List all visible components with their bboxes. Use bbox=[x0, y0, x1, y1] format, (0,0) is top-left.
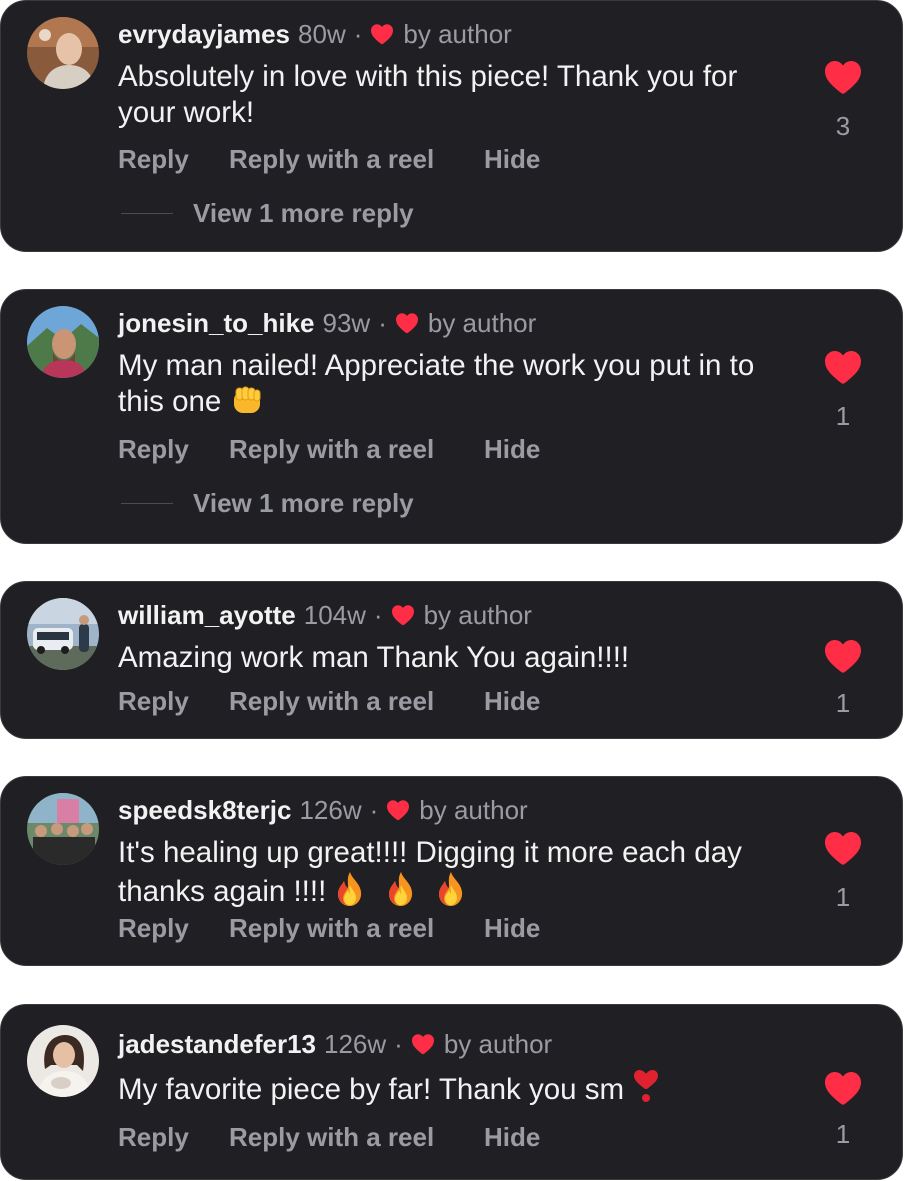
fire-emoji bbox=[435, 871, 467, 907]
fire-emoji bbox=[385, 871, 417, 907]
comment-card: jadestandefer13 126w · by author My favo… bbox=[0, 1004, 903, 1180]
timestamp: 126w bbox=[299, 795, 362, 825]
fire-emoji bbox=[334, 871, 366, 907]
comment-card: jonesin_to_hike 93w · by author My man n… bbox=[0, 289, 903, 544]
heart-icon bbox=[391, 604, 415, 626]
reply-button[interactable]: Reply bbox=[118, 434, 229, 465]
comment-text: My favorite piece by far! Thank you sm bbox=[118, 1069, 798, 1108]
comment-actions: Reply Reply with a reel Hide bbox=[118, 1122, 540, 1153]
separator: · bbox=[394, 1029, 403, 1059]
username[interactable]: speedsk8terjc bbox=[118, 793, 291, 827]
avatar[interactable] bbox=[27, 1025, 99, 1097]
heart-icon bbox=[411, 1033, 435, 1055]
comment-header: jonesin_to_hike 93w · by author bbox=[118, 306, 536, 340]
author-liked-tag: by author bbox=[423, 600, 532, 630]
like-heart-icon[interactable] bbox=[823, 1070, 863, 1106]
separator: · bbox=[378, 308, 387, 338]
avatar[interactable] bbox=[27, 306, 99, 378]
hide-button[interactable]: Hide bbox=[484, 1122, 540, 1153]
reply-button[interactable]: Reply bbox=[118, 686, 229, 717]
like-control: 1 bbox=[822, 638, 864, 718]
heart-icon bbox=[370, 23, 394, 45]
reply-divider bbox=[121, 213, 173, 214]
comment-card: william_ayotte 104w · by author Amazing … bbox=[0, 581, 903, 739]
username[interactable]: evrydayjames bbox=[118, 17, 290, 51]
separator: · bbox=[353, 19, 363, 49]
comment-actions: Reply Reply with a reel Hide bbox=[118, 434, 540, 465]
view-more-replies[interactable]: View 1 more reply bbox=[121, 488, 414, 519]
comment-text: Absolutely in love with this piece! Than… bbox=[118, 59, 798, 131]
timestamp: 93w bbox=[322, 308, 371, 338]
comment-text-content: Amazing work man Thank You again!!!! bbox=[118, 641, 630, 674]
reply-divider bbox=[121, 503, 173, 504]
heart-icon bbox=[395, 312, 419, 334]
hide-button[interactable]: Hide bbox=[484, 144, 540, 175]
like-count: 1 bbox=[835, 882, 851, 912]
comment-actions: Reply Reply with a reel Hide bbox=[118, 686, 540, 717]
like-control: 1 bbox=[822, 830, 864, 912]
comment-text-content: My favorite piece by far! Thank you sm bbox=[118, 1073, 625, 1106]
comment-header: william_ayotte 104w · by author bbox=[118, 598, 532, 632]
view-more-replies-label[interactable]: View 1 more reply bbox=[193, 198, 414, 229]
reply-with-reel-button[interactable]: Reply with a reel bbox=[229, 434, 484, 465]
author-liked-tag: by author bbox=[403, 19, 512, 49]
like-count: 1 bbox=[835, 688, 851, 718]
timestamp: 104w bbox=[303, 600, 366, 630]
username[interactable]: jadestandefer13 bbox=[118, 1027, 316, 1061]
comment-card: evrydayjames 80w · by author Absolutely … bbox=[0, 0, 903, 252]
comment-header: jadestandefer13 126w · by author bbox=[118, 1027, 552, 1061]
oncoming-fist-emoji bbox=[233, 386, 261, 413]
hide-button[interactable]: Hide bbox=[484, 913, 540, 944]
like-heart-icon[interactable] bbox=[823, 59, 863, 95]
avatar[interactable] bbox=[27, 793, 99, 865]
separator: · bbox=[369, 795, 379, 825]
username[interactable]: jonesin_to_hike bbox=[118, 306, 315, 340]
avatar[interactable] bbox=[27, 598, 99, 670]
comment-header: speedsk8terjc 126w · by author bbox=[118, 793, 528, 827]
comment-text: It's healing up great!!!! Digging it mor… bbox=[118, 835, 798, 910]
like-heart-icon[interactable] bbox=[823, 830, 863, 866]
comment-actions: Reply Reply with a reel Hide bbox=[118, 144, 540, 175]
comment-text: Amazing work man Thank You again!!!! bbox=[118, 640, 798, 676]
view-more-replies-label[interactable]: View 1 more reply bbox=[193, 488, 414, 519]
like-count: 1 bbox=[835, 1119, 851, 1149]
like-heart-icon[interactable] bbox=[823, 638, 863, 674]
reply-with-reel-button[interactable]: Reply with a reel bbox=[229, 913, 484, 944]
like-count: 1 bbox=[835, 401, 851, 431]
like-control: 1 bbox=[822, 349, 864, 431]
reply-with-reel-button[interactable]: Reply with a reel bbox=[229, 144, 484, 175]
reply-with-reel-button[interactable]: Reply with a reel bbox=[229, 1122, 484, 1153]
reply-button[interactable]: Reply bbox=[118, 1122, 229, 1153]
like-count: 3 bbox=[835, 111, 851, 141]
comment-actions: Reply Reply with a reel Hide bbox=[118, 913, 540, 944]
author-liked-tag: by author bbox=[427, 308, 537, 338]
reply-button[interactable]: Reply bbox=[118, 144, 229, 175]
reply-with-reel-button[interactable]: Reply with a reel bbox=[229, 686, 484, 717]
avatar[interactable] bbox=[27, 17, 99, 89]
like-heart-icon[interactable] bbox=[823, 349, 863, 385]
author-liked-tag: by author bbox=[443, 1029, 553, 1059]
timestamp: 126w bbox=[323, 1029, 387, 1059]
hide-button[interactable]: Hide bbox=[484, 434, 540, 465]
comment-text-content: It's healing up great!!!! Digging it mor… bbox=[118, 836, 742, 908]
like-control: 3 bbox=[822, 59, 864, 141]
comment-text-content: Absolutely in love with this piece! Than… bbox=[118, 60, 738, 129]
separator: · bbox=[373, 600, 383, 630]
heart-icon bbox=[386, 799, 410, 821]
comment-header: evrydayjames 80w · by author bbox=[118, 17, 512, 51]
author-liked-tag: by author bbox=[419, 795, 528, 825]
username[interactable]: william_ayotte bbox=[118, 598, 296, 632]
comment-text-content: My man nailed! Appreciate the work you p… bbox=[118, 349, 755, 418]
comment-text: My man nailed! Appreciate the work you p… bbox=[118, 348, 798, 420]
hide-button[interactable]: Hide bbox=[484, 686, 540, 717]
timestamp: 80w bbox=[298, 19, 346, 49]
comment-card: speedsk8terjc 126w · by author It's heal… bbox=[0, 776, 903, 966]
view-more-replies[interactable]: View 1 more reply bbox=[121, 198, 414, 229]
reply-button[interactable]: Reply bbox=[118, 913, 229, 944]
heart-exclamation-emoji bbox=[634, 1070, 659, 1102]
like-control: 1 bbox=[822, 1070, 864, 1149]
